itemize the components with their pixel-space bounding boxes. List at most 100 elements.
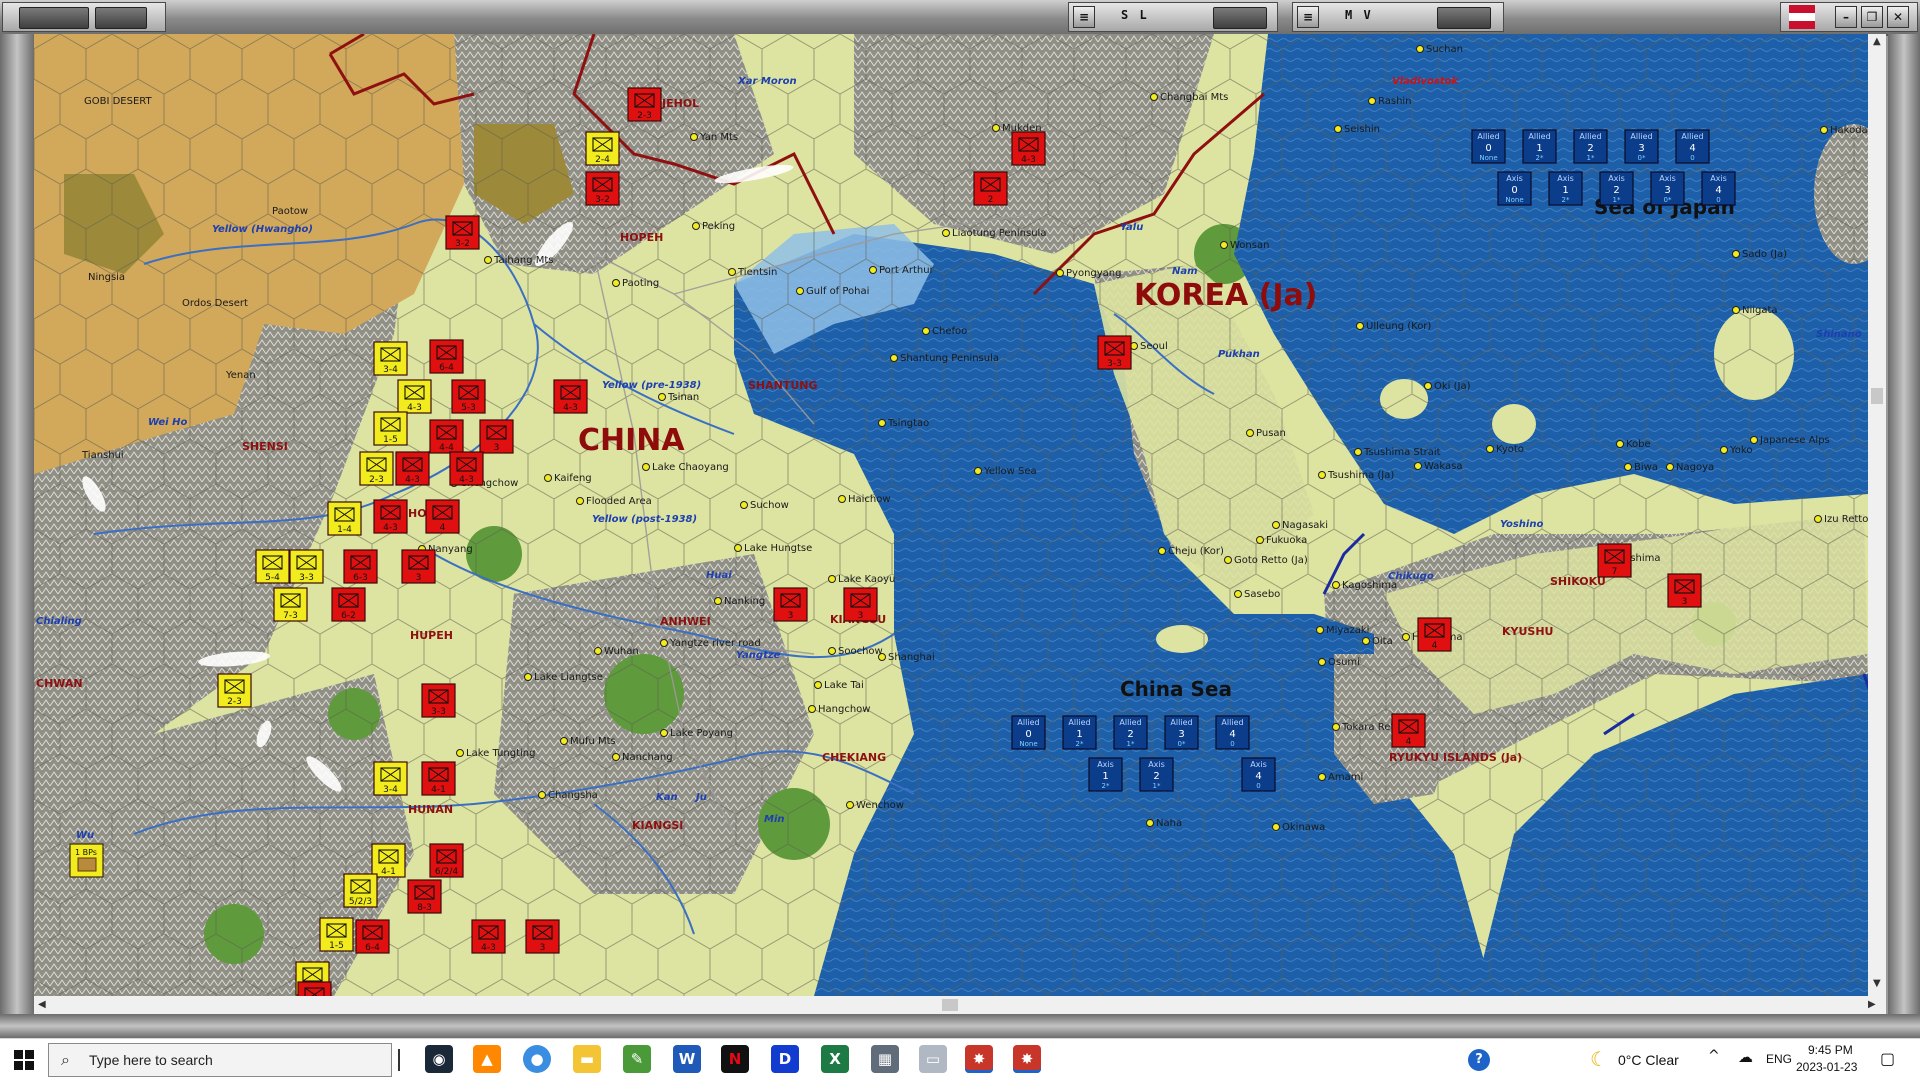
clock-date[interactable]: 2023-01-23 xyxy=(1796,1060,1857,1074)
axis-unit-counter[interactable]: 7 xyxy=(1597,543,1632,578)
axis-unit-counter[interactable]: 3-2 xyxy=(445,215,480,250)
sea-box-allied[interactable]: Allied 30* xyxy=(1164,715,1199,750)
notepad-icon[interactable]: ✎ xyxy=(623,1045,651,1073)
close-icon[interactable]: ✕ xyxy=(1887,6,1909,28)
axis-unit-counter[interactable]: 4 xyxy=(1391,713,1426,748)
word-icon[interactable]: W xyxy=(673,1045,701,1073)
netflix-icon[interactable]: N xyxy=(721,1045,749,1073)
allied-unit-counter[interactable]: 5-4 xyxy=(255,549,290,584)
scroll-right-icon[interactable]: ▶ xyxy=(1868,999,1876,1010)
sea-box-allied[interactable]: Allied 0None xyxy=(1471,129,1506,164)
allied-unit-counter[interactable]: 4-1 xyxy=(371,843,406,878)
axis-unit-counter[interactable]: 4-3 xyxy=(471,919,506,954)
scroll-up-icon[interactable]: ▲ xyxy=(1873,36,1881,47)
steam-icon[interactable]: ◉ xyxy=(425,1045,453,1073)
allied-unit-counter[interactable]: 3-4 xyxy=(373,341,408,376)
tray-chevron-up-icon[interactable]: ^ xyxy=(1708,1048,1720,1064)
allied-unit-counter[interactable]: 2-3 xyxy=(359,451,394,486)
scroll-down-icon[interactable]: ▼ xyxy=(1873,978,1881,989)
game-app-icon-2[interactable]: ✸ xyxy=(1013,1045,1041,1073)
allied-unit-counter[interactable]: 1-4 xyxy=(327,501,362,536)
axis-unit-counter[interactable]: 4 xyxy=(1417,617,1452,652)
file-explorer-icon[interactable]: ▬ xyxy=(573,1045,601,1073)
allied-unit-counter[interactable]: 2-3 xyxy=(217,673,252,708)
axis-unit-counter[interactable]: 6-4 xyxy=(355,919,390,954)
sea-box-allied[interactable]: Allied 21* xyxy=(1573,129,1608,164)
sea-box-axis[interactable]: Axis 21* xyxy=(1599,171,1634,206)
calculator-icon[interactable]: ▦ xyxy=(871,1045,899,1073)
axis-unit-counter[interactable]: 4-1 xyxy=(421,761,456,796)
taskbar-search-box[interactable]: ⌕ Type here to search xyxy=(48,1043,392,1077)
axis-unit-counter[interactable]: 6-4 xyxy=(429,339,464,374)
axis-unit-counter[interactable]: 4-3 xyxy=(449,451,484,486)
axis-unit-counter[interactable]: 3 xyxy=(401,549,436,584)
windows-start-icon[interactable] xyxy=(14,1050,34,1070)
allied-unit-counter[interactable]: 2-4 xyxy=(585,131,620,166)
minimize-icon[interactable]: – xyxy=(1835,6,1857,28)
allied-unit-counter[interactable]: 5/2/3 xyxy=(343,873,378,908)
excel-icon[interactable]: X xyxy=(821,1045,849,1073)
map-horizontal-scrollbar[interactable]: ◀ ▶ xyxy=(34,996,1886,1014)
axis-unit-counter[interactable]: 4-3 xyxy=(1011,131,1046,166)
axis-unit-counter[interactable]: 3-2 xyxy=(585,171,620,206)
vertical-scroll-thumb[interactable] xyxy=(1871,388,1883,404)
map-vertical-scrollbar[interactable]: ▲ ▼ xyxy=(1868,34,1886,996)
restore-icon[interactable]: ❐ xyxy=(1861,6,1883,28)
allied-unit-counter[interactable]: 4-3 xyxy=(397,379,432,414)
scroll-left-icon[interactable]: ◀ xyxy=(38,999,46,1010)
window-app-icon[interactable]: ▭ xyxy=(919,1045,947,1073)
horizontal-scroll-thumb[interactable] xyxy=(942,999,958,1011)
pane-grip-left-2[interactable] xyxy=(95,7,147,29)
sea-box-axis[interactable]: Axis 21* xyxy=(1139,757,1174,792)
axis-unit-counter[interactable]: 6/2/4 xyxy=(429,843,464,878)
sea-box-allied[interactable]: Allied 0None xyxy=(1011,715,1046,750)
sea-box-allied[interactable]: Allied 12* xyxy=(1522,129,1557,164)
axis-unit-counter[interactable]: 3 xyxy=(525,919,560,954)
pane-menu-icon[interactable]: ≡ xyxy=(1297,6,1319,28)
axis-unit-counter[interactable]: 4-3 xyxy=(395,451,430,486)
sea-box-axis[interactable]: Axis 40 xyxy=(1241,757,1276,792)
axis-unit-counter[interactable]: 2-3 xyxy=(627,87,662,122)
cloud-sync-icon[interactable]: ☁ xyxy=(1738,1048,1753,1066)
sea-box-allied[interactable]: Allied 21* xyxy=(1113,715,1148,750)
sea-box-allied[interactable]: Allied 40 xyxy=(1215,715,1250,750)
pane-menu-icon[interactable]: ≡ xyxy=(1073,6,1095,28)
axis-unit-counter[interactable]: 4-3 xyxy=(297,981,332,996)
sea-box-axis[interactable]: Axis 0None xyxy=(1497,171,1532,206)
game-map[interactable]: CHINAKOREA (Ja)Sea of JapanChina SeaJEHO… xyxy=(34,34,1868,996)
sea-box-axis[interactable]: Axis 30* xyxy=(1650,171,1685,206)
allied-unit-counter[interactable]: 3-3 xyxy=(289,549,324,584)
game-app-icon-1[interactable]: ✸ xyxy=(965,1045,993,1073)
axis-unit-counter[interactable]: 3 xyxy=(773,587,808,622)
vlc-icon[interactable]: ▲ xyxy=(473,1045,501,1073)
weather-text[interactable]: 0°C Clear xyxy=(1618,1052,1679,1068)
sea-box-allied[interactable]: Allied 12* xyxy=(1062,715,1097,750)
axis-unit-counter[interactable]: 4-3 xyxy=(373,499,408,534)
sea-box-axis[interactable]: Axis 12* xyxy=(1088,757,1123,792)
axis-unit-counter[interactable]: 4 xyxy=(425,499,460,534)
language-indicator[interactable]: ENG xyxy=(1766,1052,1792,1066)
sea-box-axis[interactable]: Axis 12* xyxy=(1548,171,1583,206)
axis-unit-counter[interactable]: 2 xyxy=(973,171,1008,206)
axis-unit-counter[interactable]: 3 xyxy=(479,419,514,454)
build-points-marker[interactable]: 1 BPs xyxy=(69,843,104,878)
disney-plus-icon[interactable]: D xyxy=(771,1045,799,1073)
sea-box-axis[interactable]: Axis 40 xyxy=(1701,171,1736,206)
axis-unit-counter[interactable]: 3-3 xyxy=(421,683,456,718)
allied-unit-counter[interactable]: 3-4 xyxy=(373,761,408,796)
axis-unit-counter[interactable]: 6-3 xyxy=(343,549,378,584)
axis-unit-counter[interactable]: 6-2 xyxy=(331,587,366,622)
chrome-icon[interactable]: ● xyxy=(523,1045,551,1073)
allied-unit-counter[interactable]: 7-3 xyxy=(273,587,308,622)
task-view-icon[interactable] xyxy=(398,1049,400,1071)
axis-unit-counter[interactable]: 3 xyxy=(1667,573,1702,608)
notification-icon[interactable]: ▢ xyxy=(1880,1049,1895,1068)
axis-unit-counter[interactable]: 3-3 xyxy=(1097,335,1132,370)
axis-unit-counter[interactable]: 4-3 xyxy=(553,379,588,414)
axis-unit-counter[interactable]: 8-3 xyxy=(407,879,442,914)
sea-box-allied[interactable]: Allied 40 xyxy=(1675,129,1710,164)
help-icon[interactable]: ? xyxy=(1468,1049,1490,1071)
allied-unit-counter[interactable]: 1-5 xyxy=(319,917,354,952)
sea-box-allied[interactable]: Allied 30* xyxy=(1624,129,1659,164)
axis-unit-counter[interactable]: 4-4 xyxy=(429,419,464,454)
